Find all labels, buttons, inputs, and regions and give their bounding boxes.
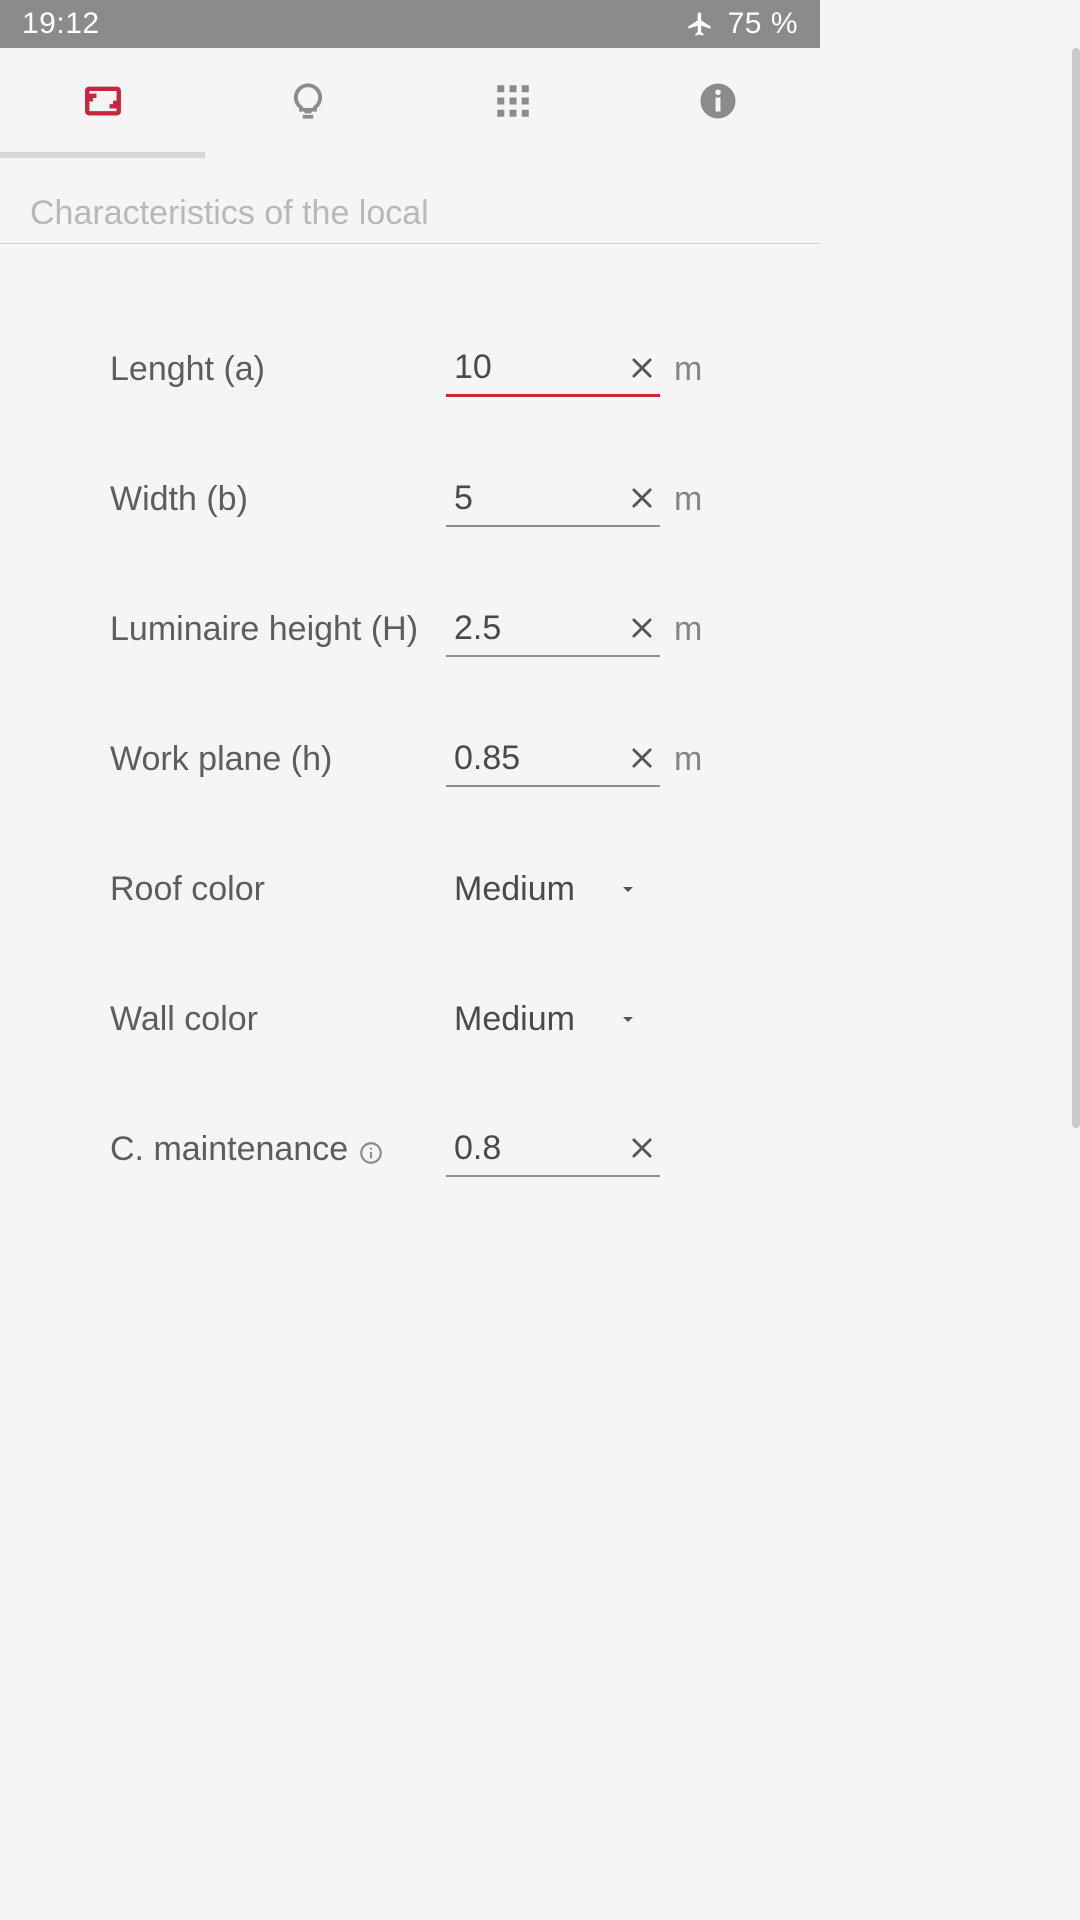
unit-length: m	[660, 350, 718, 389]
input-maintenance[interactable]: 0.8	[446, 1121, 660, 1177]
bulb-icon	[287, 80, 329, 127]
row-work-plane: Work plane (h) 0.85 m	[0, 694, 820, 824]
input-luminaire-height[interactable]: 2.5	[446, 601, 660, 657]
aspect-ratio-icon	[82, 80, 124, 127]
input-maintenance-value[interactable]: 0.8	[446, 1129, 628, 1168]
dropdown-roof-color-value: Medium	[446, 870, 616, 909]
form-characteristics: Lenght (a) 10 m Width (b) 5 m Luminaire …	[0, 244, 820, 1214]
input-width-value[interactable]: 5	[446, 479, 628, 518]
input-luminaire-height-value[interactable]: 2.5	[446, 609, 628, 648]
clear-width-icon[interactable]	[628, 484, 656, 512]
input-work-plane[interactable]: 0.85	[446, 731, 660, 787]
chevron-down-icon	[616, 1007, 640, 1031]
section-title: Characteristics of the local	[0, 170, 820, 244]
label-length: Lenght (a)	[110, 350, 446, 389]
info-icon	[697, 80, 739, 127]
dropdown-roof-color[interactable]: Medium	[446, 861, 660, 917]
label-luminaire-height: Luminaire height (H)	[110, 610, 446, 649]
label-width: Width (b)	[110, 480, 446, 519]
label-maintenance-text: C. maintenance	[110, 1130, 348, 1169]
label-wall-color: Wall color	[110, 1000, 446, 1039]
label-maintenance: C. maintenance	[110, 1130, 446, 1169]
input-width[interactable]: 5	[446, 471, 660, 527]
tab-info[interactable]	[615, 48, 820, 158]
dropdown-wall-color-value: Medium	[446, 1000, 616, 1039]
scrollbar-thumb[interactable]	[1072, 48, 1080, 1128]
row-roof-color: Roof color Medium	[0, 824, 820, 954]
input-length[interactable]: 10	[446, 341, 660, 397]
input-work-plane-value[interactable]: 0.85	[446, 739, 628, 778]
unit-luminaire-height: m	[660, 610, 718, 649]
tab-underline-active	[0, 152, 205, 158]
row-maintenance: C. maintenance 0.8	[0, 1084, 820, 1214]
label-roof-color: Roof color	[110, 870, 446, 909]
unit-work-plane: m	[660, 740, 718, 779]
clear-maintenance-icon[interactable]	[628, 1134, 656, 1162]
clear-luminaire-height-icon[interactable]	[628, 614, 656, 642]
tab-grid[interactable]	[410, 48, 615, 158]
scrollbar[interactable]	[1072, 48, 1080, 1456]
grid-icon	[492, 80, 534, 127]
row-length: Lenght (a) 10 m	[0, 304, 820, 434]
airplane-mode-icon	[686, 10, 714, 38]
tab-bar	[0, 48, 820, 158]
dropdown-wall-color[interactable]: Medium	[446, 991, 660, 1047]
tab-lamp[interactable]	[205, 48, 410, 158]
status-bar: 19:12 75 %	[0, 0, 820, 48]
clear-length-icon[interactable]	[628, 354, 656, 382]
label-work-plane: Work plane (h)	[110, 740, 446, 779]
info-outline-icon[interactable]	[358, 1136, 384, 1162]
status-battery: 75 %	[728, 7, 798, 41]
status-right: 75 %	[686, 7, 798, 41]
unit-width: m	[660, 480, 718, 519]
row-luminaire-height: Luminaire height (H) 2.5 m	[0, 564, 820, 694]
chevron-down-icon	[616, 877, 640, 901]
row-width: Width (b) 5 m	[0, 434, 820, 564]
input-length-value[interactable]: 10	[446, 348, 628, 387]
row-wall-color: Wall color Medium	[0, 954, 820, 1084]
tab-room[interactable]	[0, 48, 205, 158]
status-time: 19:12	[22, 7, 100, 41]
clear-work-plane-icon[interactable]	[628, 744, 656, 772]
